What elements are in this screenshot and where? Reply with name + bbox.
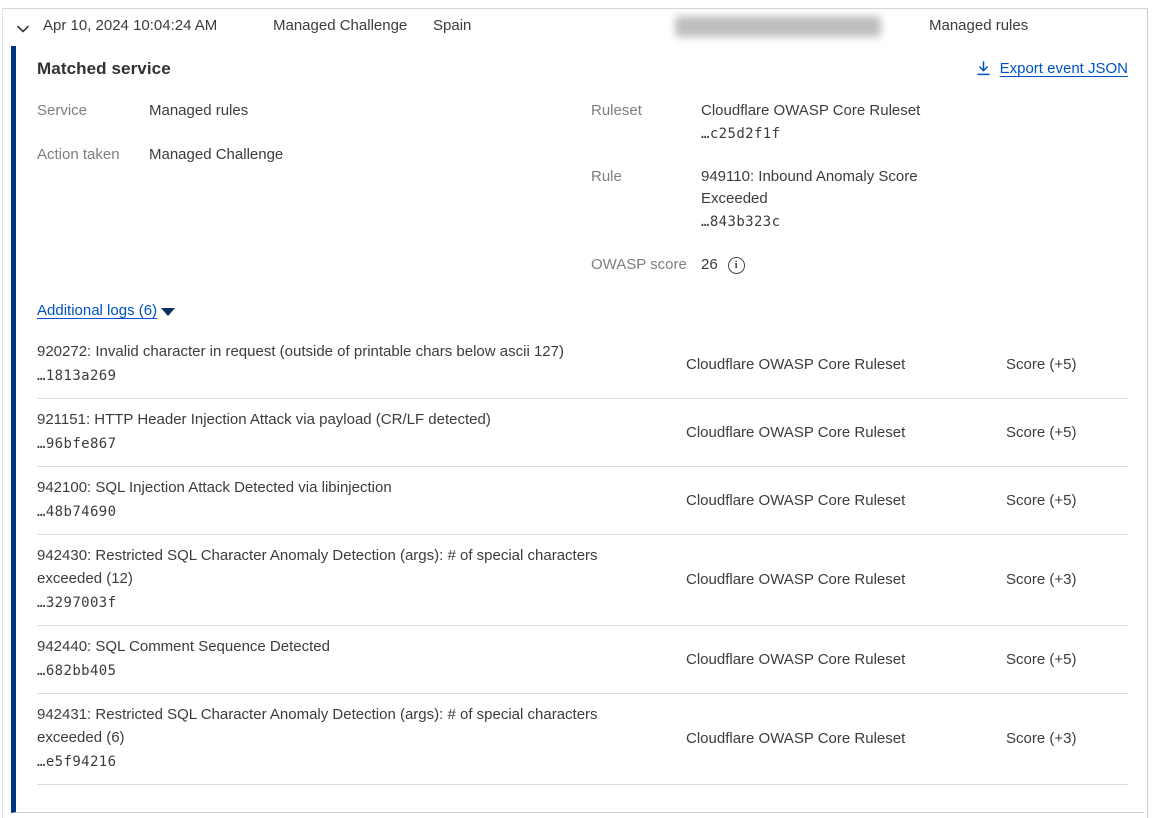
log-ruleset: Cloudflare OWASP Core Ruleset (686, 424, 1006, 441)
log-ruleset: Cloudflare OWASP Core Ruleset (686, 730, 1006, 747)
service-label: Service (37, 100, 149, 122)
export-event-json-label: Export event JSON (1000, 60, 1128, 77)
rule-id-hash: …843b323c (701, 214, 780, 230)
log-ruleset: Cloudflare OWASP Core Ruleset (686, 651, 1006, 668)
log-hash: …e5f94216 (37, 750, 650, 774)
ruleset-name: Cloudflare OWASP Core Ruleset (701, 102, 920, 119)
event-country: Spain (433, 17, 471, 34)
log-title: 942430: Restricted SQL Character Anomaly… (37, 544, 650, 590)
event-detail-body: Matched service Export event JSON Servic… (11, 46, 1144, 813)
matched-service-title: Matched service (37, 59, 171, 79)
owasp-score-value: 26 (701, 254, 718, 276)
action-taken-label: Action taken (37, 144, 149, 166)
event-timestamp: Apr 10, 2024 10:04:24 AM (43, 17, 217, 34)
action-taken-value: Managed Challenge (149, 144, 283, 166)
log-ruleset: Cloudflare OWASP Core Ruleset (686, 356, 1006, 373)
info-icon[interactable]: i (728, 257, 745, 274)
event-summary-row[interactable]: Apr 10, 2024 10:04:24 AM Managed Challen… (3, 9, 1147, 46)
log-score: Score (+3) (1006, 730, 1126, 747)
log-hash: …48b74690 (37, 500, 650, 524)
rule-name: 949110: Inbound Anomaly Score Exceeded (701, 168, 918, 207)
rule-field: Rule 949110: Inbound Anomaly Score Excee… (591, 166, 1128, 234)
log-ruleset: Cloudflare OWASP Core Ruleset (686, 571, 1006, 588)
event-action: Managed Challenge (273, 17, 407, 34)
log-score: Score (+5) (1006, 492, 1126, 509)
log-row: 942440: SQL Comment Sequence Detected …6… (37, 626, 1128, 694)
caret-down-icon[interactable] (161, 308, 175, 316)
log-score: Score (+5) (1006, 651, 1126, 668)
ruleset-id-hash: …c25d2f1f (701, 126, 780, 142)
service-field: Service Managed rules (37, 100, 591, 122)
log-row: 942430: Restricted SQL Character Anomaly… (37, 535, 1128, 626)
rule-label: Rule (591, 166, 701, 234)
log-row: 920272: Invalid character in request (ou… (37, 331, 1128, 399)
owasp-score-label: OWASP score (591, 254, 701, 276)
chevron-down-icon[interactable] (13, 19, 33, 39)
log-row: 942100: SQL Injection Attack Detected vi… (37, 467, 1128, 535)
service-value: Managed rules (149, 100, 248, 122)
additional-logs-table: 920272: Invalid character in request (ou… (37, 331, 1128, 785)
log-title: 942431: Restricted SQL Character Anomaly… (37, 703, 650, 749)
owasp-score-field: OWASP score 26 i (591, 254, 1128, 276)
log-title: 920272: Invalid character in request (ou… (37, 340, 650, 363)
log-score: Score (+5) (1006, 424, 1126, 441)
log-score: Score (+3) (1006, 571, 1126, 588)
rule-value: 949110: Inbound Anomaly Score Exceeded …… (701, 166, 941, 234)
log-title: 921151: HTTP Header Injection Attack via… (37, 408, 650, 431)
log-row: 942431: Restricted SQL Character Anomaly… (37, 694, 1128, 785)
redacted-hostname-blur (675, 16, 881, 37)
detail-header: Matched service Export event JSON (37, 59, 1128, 79)
additional-logs-label: Additional logs (6) (37, 302, 157, 319)
action-taken-field: Action taken Managed Challenge (37, 144, 591, 166)
ruleset-value: Cloudflare OWASP Core Ruleset …c25d2f1f (701, 100, 920, 146)
log-score: Score (+5) (1006, 356, 1126, 373)
firewall-events-panel: Apr 10, 2024 10:04:24 AM Managed Challen… (0, 0, 1160, 818)
log-title: 942100: SQL Injection Attack Detected vi… (37, 476, 650, 499)
ruleset-label: Ruleset (591, 100, 701, 146)
log-row: 921151: HTTP Header Injection Attack via… (37, 399, 1128, 467)
log-hash: …1813a269 (37, 364, 650, 388)
event-service: Managed rules (929, 17, 1028, 34)
log-hash: …3297003f (37, 591, 650, 615)
log-hash: …682bb405 (37, 659, 650, 683)
log-title: 942440: SQL Comment Sequence Detected (37, 635, 650, 658)
fields-right-column: Ruleset Cloudflare OWASP Core Ruleset …c… (591, 100, 1128, 300)
fields-left-column: Service Managed rules Action taken Manag… (37, 100, 591, 300)
additional-logs-toggle[interactable]: Additional logs (6) (37, 302, 157, 319)
ruleset-field: Ruleset Cloudflare OWASP Core Ruleset …c… (591, 100, 1128, 146)
matched-service-fields: Service Managed rules Action taken Manag… (37, 100, 1128, 300)
log-ruleset: Cloudflare OWASP Core Ruleset (686, 492, 1006, 509)
event-detail-panel: Apr 10, 2024 10:04:24 AM Managed Challen… (2, 8, 1148, 818)
download-icon (975, 60, 992, 77)
export-event-json-link[interactable]: Export event JSON (975, 60, 1128, 77)
log-hash: …96bfe867 (37, 432, 650, 456)
